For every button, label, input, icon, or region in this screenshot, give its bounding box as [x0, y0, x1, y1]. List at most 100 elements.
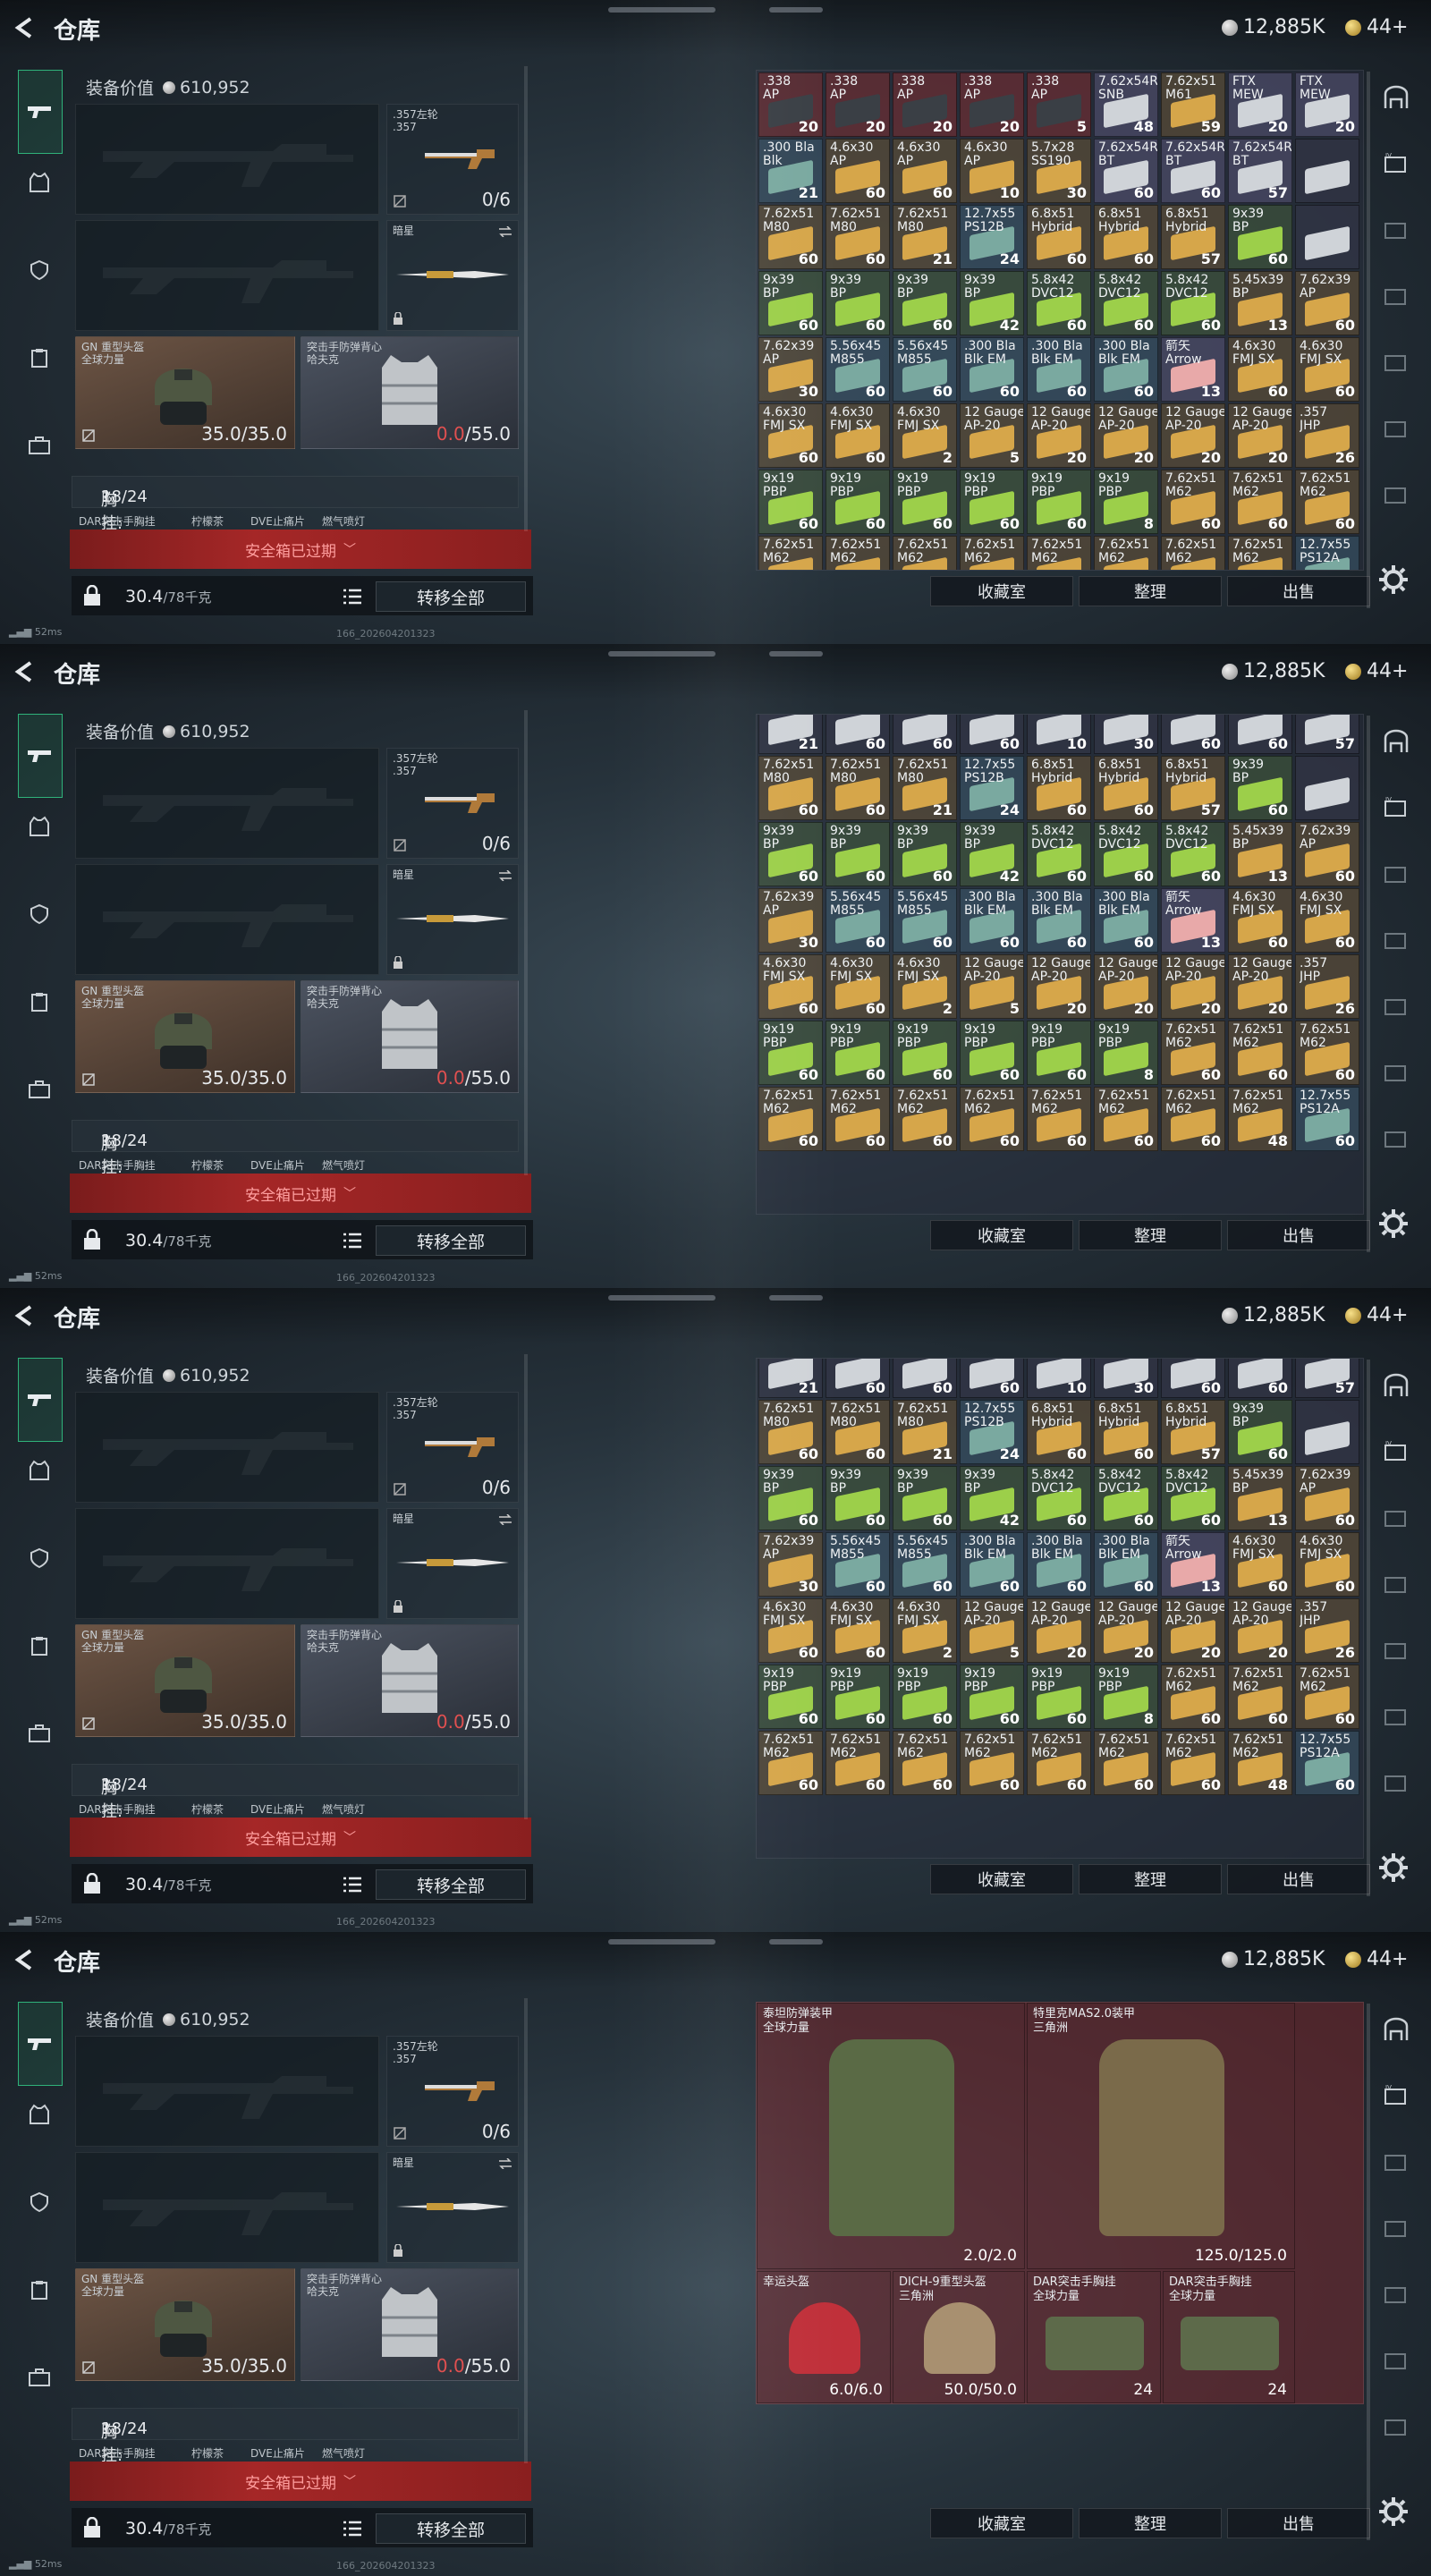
- storage-tab-7[interactable]: [1379, 2410, 1413, 2444]
- ammo-cell[interactable]: 60: [826, 715, 890, 754]
- helmet-slot[interactable]: GN 重型头盔 全球力量 35.0/35.0: [75, 336, 295, 449]
- ammo-cell[interactable]: 5.56x45 M855 60: [826, 888, 890, 953]
- chest-rig-row[interactable]: 胸挂: 18/24 ?: [72, 476, 519, 533]
- ammo-cell[interactable]: 4.6x30 FMJ SX 60: [758, 954, 823, 1019]
- primary-weapon-slot[interactable]: [75, 2036, 379, 2147]
- ammo-cell[interactable]: 5.56x45 M855 60: [826, 1532, 890, 1597]
- nav-armor[interactable]: [18, 1449, 61, 1492]
- ammo-cell[interactable]: 6.8x51 Hybrid 60: [1027, 1400, 1091, 1464]
- primary-weapon-slot[interactable]: [75, 748, 379, 859]
- ammo-cell[interactable]: 5.8x42 DVC12 60: [1094, 271, 1158, 335]
- ammo-cell[interactable]: 60: [1161, 715, 1225, 754]
- armor-item[interactable]: 特里克MAS2.0装甲 三角洲 125.0/125.0: [1027, 2003, 1295, 2269]
- ammo-cell[interactable]: 60: [826, 1359, 890, 1398]
- ammo-cell[interactable]: 21: [758, 1359, 823, 1398]
- chest-rig-row[interactable]: 胸挂: 18/24 ?: [72, 1764, 519, 1821]
- gold-currency[interactable]: 44+: [1345, 1304, 1408, 1326]
- storage-tab-2[interactable]: IV: [1379, 2079, 1413, 2113]
- storage-tab-2[interactable]: IV: [1379, 147, 1413, 181]
- ammo-cell[interactable]: 7.62x51 M6260: [826, 536, 890, 570]
- rig-item[interactable]: DAR突击手胸挂 全球力量 24: [1027, 2271, 1161, 2403]
- ammo-cell[interactable]: 12 Gauge AP-20 20: [1027, 1598, 1091, 1663]
- ammo-cell[interactable]: 5.7x28 SS190 30: [1027, 139, 1091, 203]
- ammo-cell[interactable]: 7.62x51 M80 21: [893, 756, 957, 820]
- ammo-cell[interactable]: 7.62x51 M80 21: [893, 205, 957, 269]
- sort-button[interactable]: 整理: [1079, 1220, 1222, 1250]
- storage-tab-2[interactable]: IV: [1379, 791, 1413, 825]
- ammo-cell[interactable]: [1295, 139, 1359, 203]
- ammo-cell[interactable]: 12 Gauge AP-20 5: [960, 954, 1024, 1019]
- ammo-cell[interactable]: 4.6x30 AP 10: [960, 139, 1024, 203]
- ammo-cell[interactable]: 5.56x45 M855 60: [826, 337, 890, 402]
- ammo-cell[interactable]: 4.6x30 FMJ SX 60: [826, 1598, 890, 1663]
- storage-scrollbar[interactable]: [1367, 2004, 1370, 2540]
- ammo-cell[interactable]: 4.6x30 AP 60: [893, 139, 957, 203]
- storage-tab-1[interactable]: [1379, 1368, 1413, 1402]
- storage-tab-5[interactable]: [1379, 989, 1413, 1023]
- ammo-cell[interactable]: 12 Gauge AP-20 5: [960, 403, 1024, 468]
- ammo-cell[interactable]: [1295, 756, 1359, 820]
- nav-weapons[interactable]: [18, 1358, 63, 1442]
- ammo-cell[interactable]: 6.8x51 Hybrid 60: [1027, 205, 1091, 269]
- sort-button[interactable]: 整理: [1079, 576, 1222, 606]
- ammo-cell[interactable]: .338 AP 20: [960, 72, 1024, 137]
- ammo-cell[interactable]: .300 Bla Blk EM 60: [1094, 1532, 1158, 1597]
- ammo-cell[interactable]: 12 Gauge AP-20 5: [960, 1598, 1024, 1663]
- ammo-cell[interactable]: 9x19 PBP 60: [826, 1021, 890, 1085]
- safe-box-expired-banner[interactable]: 安全箱已过期 ﹀: [70, 1818, 531, 1857]
- help-icon[interactable]: ?: [101, 1131, 110, 1150]
- ammo-cell[interactable]: 5.56x45 M855 60: [893, 337, 957, 402]
- ammo-cell[interactable]: 9x19 PBP 60: [1027, 1665, 1091, 1729]
- ammo-cell[interactable]: 7.62x51 M6260: [1295, 470, 1359, 534]
- ammo-cell[interactable]: 9x39 BP 42: [960, 822, 1024, 886]
- storage-tab-6[interactable]: [1379, 1055, 1413, 1089]
- ammo-cell[interactable]: 9x39 BP 60: [1228, 1400, 1292, 1464]
- storage-tab-4[interactable]: [1379, 2211, 1413, 2245]
- gold-currency[interactable]: 44+: [1345, 660, 1408, 682]
- ammo-cell[interactable]: .338 AP 5: [1027, 72, 1091, 137]
- storage-tab-7[interactable]: [1379, 1766, 1413, 1800]
- chest-rig-row[interactable]: 胸挂: 18/24 ?: [72, 2408, 519, 2465]
- ammo-cell[interactable]: 5.56x45 M855 60: [893, 888, 957, 953]
- ammo-cell[interactable]: 7.62x51 M6260: [1228, 1665, 1292, 1729]
- ammo-cell[interactable]: 7.62x51 M6260: [1295, 1021, 1359, 1085]
- gold-currency[interactable]: 44+: [1345, 16, 1408, 38]
- ammo-cell[interactable]: 4.6x30 FMJ SX 60: [1228, 888, 1292, 953]
- helmet-slot[interactable]: GN 重型头盔 全球力量 35.0/35.0: [75, 980, 295, 1093]
- sort-button[interactable]: 整理: [1079, 1864, 1222, 1894]
- settings-gear-icon[interactable]: [1377, 564, 1410, 596]
- storage-tab-6[interactable]: [1379, 1699, 1413, 1733]
- nav-case[interactable]: [18, 1068, 61, 1111]
- rig-item[interactable]: DAR突击手胸挂 全球力量 24: [1163, 2271, 1295, 2403]
- ammo-cell[interactable]: 5.8x42 DVC12 60: [1161, 271, 1225, 335]
- ammo-cell[interactable]: 6.8x51 Hybrid 60: [1094, 1400, 1158, 1464]
- ammo-cell[interactable]: 5.8x42 DVC12 60: [1094, 1466, 1158, 1530]
- list-view-button[interactable]: [338, 2515, 367, 2542]
- ammo-cell[interactable]: 5.8x42 DVC12 60: [1027, 1466, 1091, 1530]
- ammo-cell[interactable]: 4.6x30 FMJ SX 60: [758, 403, 823, 468]
- storage-tab-6[interactable]: [1379, 411, 1413, 445]
- ammo-cell[interactable]: 7.62x51 M80 60: [826, 205, 890, 269]
- ammo-cell[interactable]: 7.62x51 M6260: [1094, 536, 1158, 570]
- ammo-cell[interactable]: 9x19 PBP 60: [1027, 1021, 1091, 1085]
- ammo-cell[interactable]: 5.45x39 BP 13: [1228, 1466, 1292, 1530]
- ammo-cell[interactable]: 7.62x51 M6260: [1161, 1665, 1225, 1729]
- ammo-cell[interactable]: 6.8x51 Hybrid 60: [1094, 756, 1158, 820]
- ammo-cell[interactable]: 6.8x51 Hybrid 60: [1094, 205, 1158, 269]
- secondary-primary-slot[interactable]: [75, 220, 379, 331]
- ammo-cell[interactable]: .357 JHP 26: [1295, 1598, 1359, 1663]
- ammo-cell[interactable]: .357 JHP 26: [1295, 954, 1359, 1019]
- nav-items[interactable]: [18, 980, 61, 1023]
- ammo-cell[interactable]: .338 AP 20: [758, 72, 823, 137]
- secondary-primary-slot[interactable]: [75, 864, 379, 975]
- ammo-cell[interactable]: 4.6x30 FMJ SX 60: [826, 403, 890, 468]
- ammo-cell[interactable]: 9x39 BP 42: [960, 271, 1024, 335]
- ammo-cell[interactable]: FTX MEW 20: [1228, 72, 1292, 137]
- ammo-cell[interactable]: .300 Bla Blk EM 60: [960, 337, 1024, 402]
- ammo-cell[interactable]: 7.62x51 M6260: [1161, 1087, 1225, 1151]
- ammo-cell[interactable]: 12.7x55 PS12B 24: [960, 756, 1024, 820]
- ammo-cell[interactable]: 7.62x51 M80 60: [758, 756, 823, 820]
- ammo-cell[interactable]: 7.62x51 M61 59: [1161, 72, 1225, 137]
- ammo-cell[interactable]: .300 Bla Blk EM 60: [960, 888, 1024, 953]
- ammo-cell[interactable]: 9x19 PBP 60: [826, 470, 890, 534]
